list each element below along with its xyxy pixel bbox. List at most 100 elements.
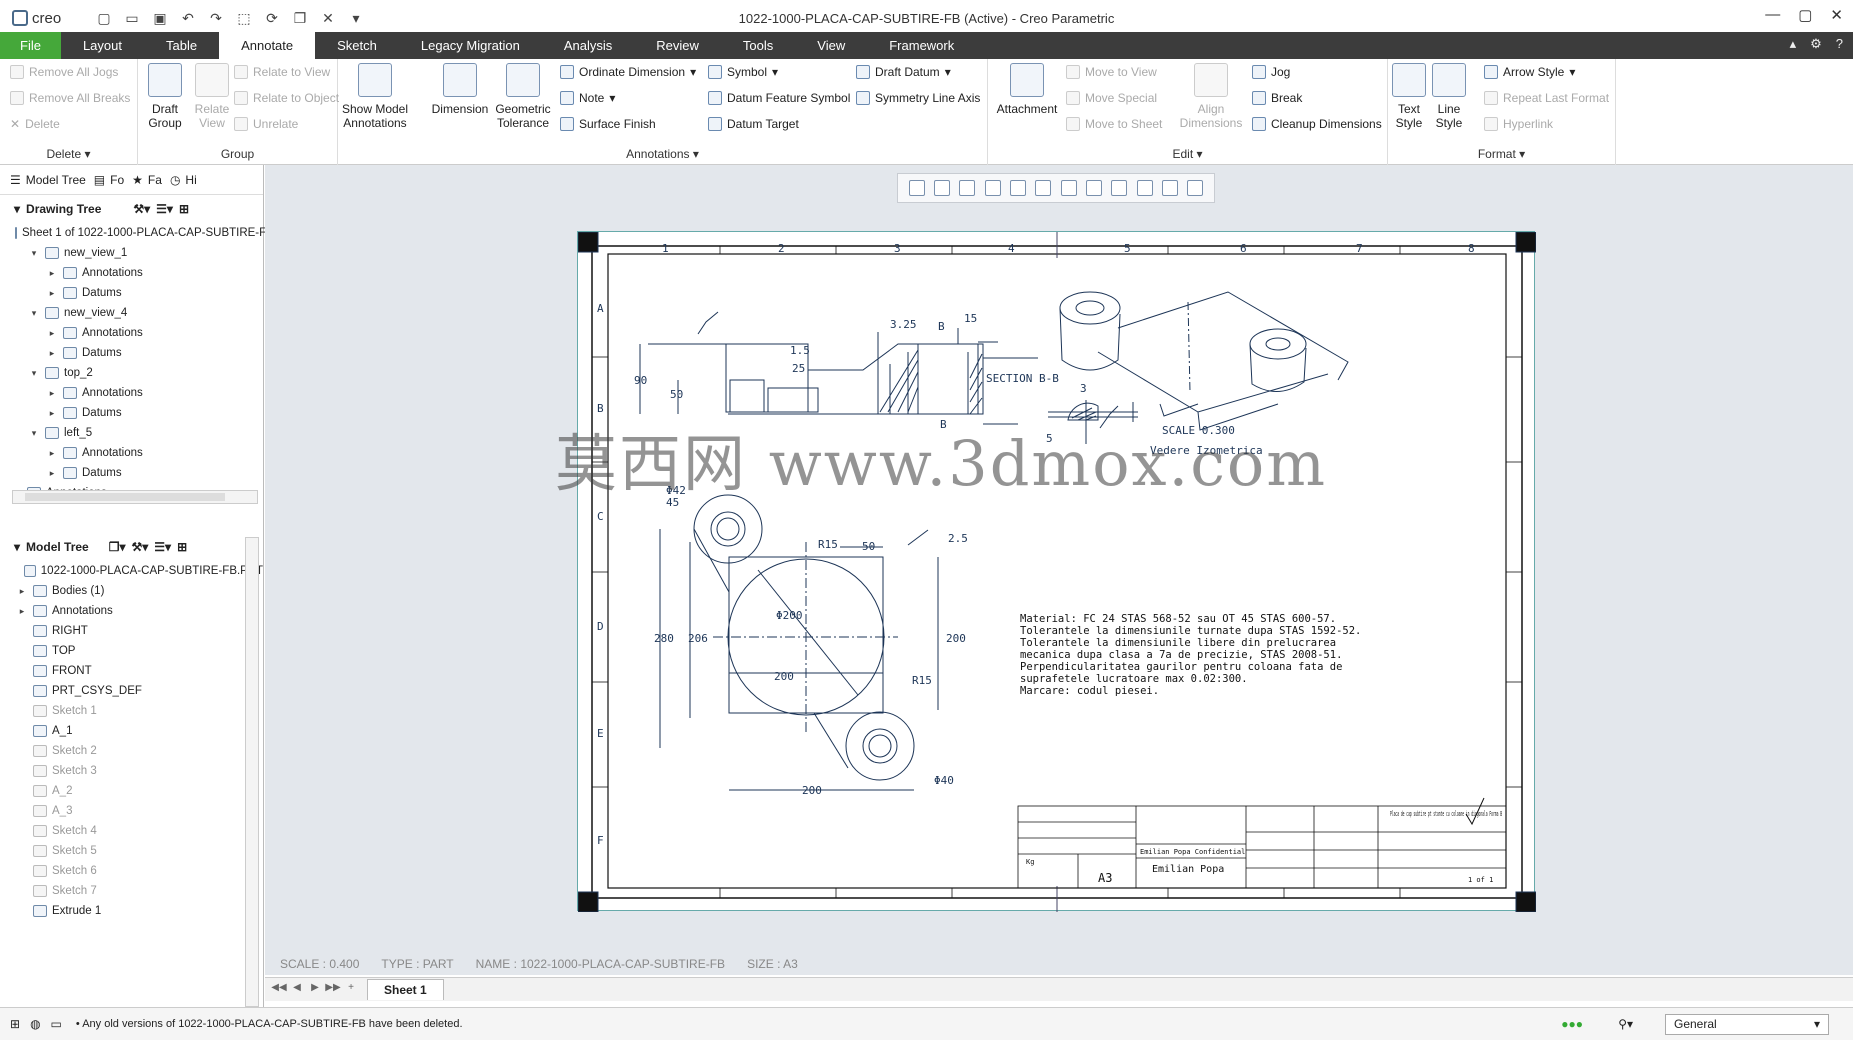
drawing-tree-item[interactable]: ▸ Datums bbox=[0, 283, 263, 303]
model-tree-item[interactable]: FRONT bbox=[0, 661, 263, 681]
first-sheet-icon[interactable]: ◀◀ bbox=[271, 982, 287, 998]
remove-all-breaks-button[interactable]: Remove All Breaks bbox=[10, 91, 130, 105]
expand-icon[interactable]: ▸ bbox=[16, 606, 28, 617]
drawing-tree-item[interactable]: ▾ new_view_4 bbox=[0, 303, 263, 323]
minimize-icon[interactable]: — bbox=[1765, 6, 1780, 24]
display-style-icon[interactable] bbox=[1009, 180, 1026, 196]
draft-datum-button[interactable]: Draft Datum ▾ bbox=[856, 65, 951, 79]
tab-sketch[interactable]: Sketch bbox=[315, 32, 399, 59]
maximize-icon[interactable]: ▢ bbox=[1798, 6, 1812, 24]
remove-all-jogs-button[interactable]: Remove All Jogs bbox=[10, 65, 118, 79]
saved-orientations-icon[interactable] bbox=[1060, 180, 1077, 196]
symbol-button[interactable]: Symbol ▾ bbox=[708, 65, 778, 79]
model-tree-item[interactable]: ▸ Bodies (1) bbox=[0, 581, 263, 601]
customize-icon[interactable]: ▾ bbox=[344, 7, 368, 29]
model-tree-columns-icon[interactable]: ⊞ bbox=[177, 540, 187, 554]
new-icon[interactable]: ▢ bbox=[92, 7, 116, 29]
move-special-button[interactable]: Move Special bbox=[1066, 91, 1157, 105]
model-tree-item[interactable]: Sketch 7 bbox=[0, 881, 263, 901]
scrollbar-thumb[interactable] bbox=[25, 493, 225, 501]
unrelate-button[interactable]: Unrelate bbox=[234, 117, 298, 131]
csys-display-icon[interactable] bbox=[1161, 180, 1178, 196]
expand-icon[interactable]: ▸ bbox=[46, 328, 58, 339]
tab-view[interactable]: View bbox=[795, 32, 867, 59]
jog-button[interactable]: Jog bbox=[1252, 65, 1290, 79]
tab-annotate[interactable]: Annotate bbox=[219, 32, 316, 59]
annotation-display-icon[interactable] bbox=[1111, 180, 1128, 196]
datum-feature-symbol-button[interactable]: Datum Feature Symbol bbox=[708, 91, 850, 105]
break-button[interactable]: Break bbox=[1252, 91, 1302, 105]
edit-group-label[interactable]: Edit ▾ bbox=[988, 147, 1387, 161]
symmetry-line-axis-button[interactable]: Symmetry Line Axis bbox=[856, 91, 980, 105]
model-tree-item[interactable]: Sketch 1 bbox=[0, 701, 263, 721]
model-tree-item[interactable]: Sketch 5 bbox=[0, 841, 263, 861]
model-tree-item[interactable]: RIGHT bbox=[0, 621, 263, 641]
expand-icon[interactable]: ▸ bbox=[46, 448, 58, 459]
drawing-tree-item[interactable]: ▸ Annotations bbox=[0, 323, 263, 343]
layout-icon[interactable]: ⊞ bbox=[10, 1017, 20, 1031]
prev-sheet-icon[interactable]: ◀ bbox=[289, 982, 305, 998]
show-model-annotations-button[interactable]: Show Model Annotations bbox=[340, 63, 410, 130]
model-tree-item[interactable]: TOP bbox=[0, 641, 263, 661]
selection-filter[interactable]: General ▾ bbox=[1665, 1014, 1829, 1035]
model-tree-item[interactable]: Sketch 4 bbox=[0, 821, 263, 841]
model-tree-header[interactable]: ▾ Model Tree ❐▾ ⚒▾ ☰▾ ⊞ bbox=[0, 533, 263, 561]
hyperlink-button[interactable]: Hyperlink bbox=[1484, 117, 1553, 131]
windows-icon[interactable]: ❐ bbox=[288, 7, 312, 29]
model-tree-scrollbar[interactable] bbox=[245, 537, 259, 1007]
model-tree-item[interactable]: A_3 bbox=[0, 801, 263, 821]
model-tree-item[interactable]: PRT_CSYS_DEF bbox=[0, 681, 263, 701]
settings-icon[interactable]: ⚙ bbox=[1810, 36, 1822, 52]
drawing-tree-item[interactable]: ▸ Annotations bbox=[0, 443, 263, 463]
model-tree-item[interactable]: Extrude 1 bbox=[0, 901, 263, 921]
align-dimensions-button[interactable]: Align Dimensions bbox=[1180, 63, 1242, 130]
select-box-icon[interactable]: ⬚ bbox=[232, 7, 256, 29]
drawing-tree-item[interactable]: ▸ Annotations bbox=[0, 383, 263, 403]
drawing-tree-item[interactable]: ▾ top_2 bbox=[0, 363, 263, 383]
expand-icon[interactable]: ▾ bbox=[28, 428, 40, 439]
delete-button[interactable]: ✕ Delete bbox=[10, 117, 60, 131]
last-sheet-icon[interactable]: ▶▶ bbox=[325, 982, 341, 998]
graphics-area[interactable]: 1 2 3 4 5 6 7 8 A B C D E F 90 50 3.25 B… bbox=[265, 165, 1853, 975]
model-tree-item[interactable]: A_2 bbox=[0, 781, 263, 801]
tab-legacy-migration[interactable]: Legacy Migration bbox=[399, 32, 542, 59]
sheet-tab[interactable]: Sheet 1 bbox=[367, 979, 444, 1000]
surface-finish-button[interactable]: Surface Finish bbox=[560, 117, 656, 131]
expand-icon[interactable]: ▾ bbox=[28, 308, 40, 319]
redo-icon[interactable]: ↷ bbox=[204, 7, 228, 29]
drawing-tree-item[interactable]: ▾ left_5 bbox=[0, 423, 263, 443]
annotations-group-label[interactable]: Annotations ▾ bbox=[338, 147, 987, 161]
tab-file[interactable]: File bbox=[0, 32, 61, 59]
tab-analysis[interactable]: Analysis bbox=[542, 32, 634, 59]
dimension-button[interactable]: Dimension bbox=[428, 63, 492, 116]
relate-view-button[interactable]: Relate View bbox=[190, 63, 234, 130]
tab-history[interactable]: ◷ Hi bbox=[170, 173, 197, 187]
tab-tools[interactable]: Tools bbox=[721, 32, 795, 59]
ordinate-dimension-button[interactable]: Ordinate Dimension ▾ bbox=[560, 65, 696, 79]
refit-icon[interactable] bbox=[908, 180, 925, 196]
drawing-tree-item[interactable]: ▸ Datums bbox=[0, 343, 263, 363]
tab-folder-browser[interactable]: ▤ Fo bbox=[94, 173, 124, 187]
drawing-tree-item[interactable]: ▸ Datums bbox=[0, 463, 263, 483]
drawing-tree-header[interactable]: ▾ Drawing Tree ⚒▾ ☰▾ ⊞ bbox=[0, 195, 263, 223]
model-tree-item[interactable]: Sketch 2 bbox=[0, 741, 263, 761]
save-icon[interactable]: ▣ bbox=[148, 7, 172, 29]
browser-icon[interactable]: ◍ bbox=[30, 1017, 40, 1031]
model-tree-filter-icon[interactable]: ☰▾ bbox=[154, 540, 171, 554]
zoom-in-icon[interactable] bbox=[933, 180, 950, 196]
tab-model-tree[interactable]: ☰ Model Tree bbox=[10, 173, 86, 187]
model-tree-item[interactable]: 1022-1000-PLACA-CAP-SUBTIRE-FB.PRT bbox=[0, 561, 263, 581]
cleanup-dimensions-button[interactable]: Cleanup Dimensions bbox=[1252, 117, 1382, 131]
expand-icon[interactable]: ▸ bbox=[46, 408, 58, 419]
close-icon[interactable]: ✕ bbox=[1830, 6, 1843, 24]
datum-display-icon[interactable] bbox=[1085, 180, 1102, 196]
open-icon[interactable]: ▭ bbox=[120, 7, 144, 29]
model-tree-show-icon[interactable]: ❐▾ bbox=[109, 540, 126, 554]
expand-icon[interactable]: ▸ bbox=[46, 468, 58, 479]
model-tree-item[interactable]: Sketch 6 bbox=[0, 861, 263, 881]
expand-icon[interactable]: ▸ bbox=[46, 268, 58, 279]
view-manager-icon[interactable] bbox=[1035, 180, 1052, 196]
next-sheet-icon[interactable]: ▶ bbox=[307, 982, 323, 998]
repeat-last-format-button[interactable]: Repeat Last Format bbox=[1484, 91, 1609, 105]
draft-group-button[interactable]: Draft Group bbox=[142, 63, 188, 130]
